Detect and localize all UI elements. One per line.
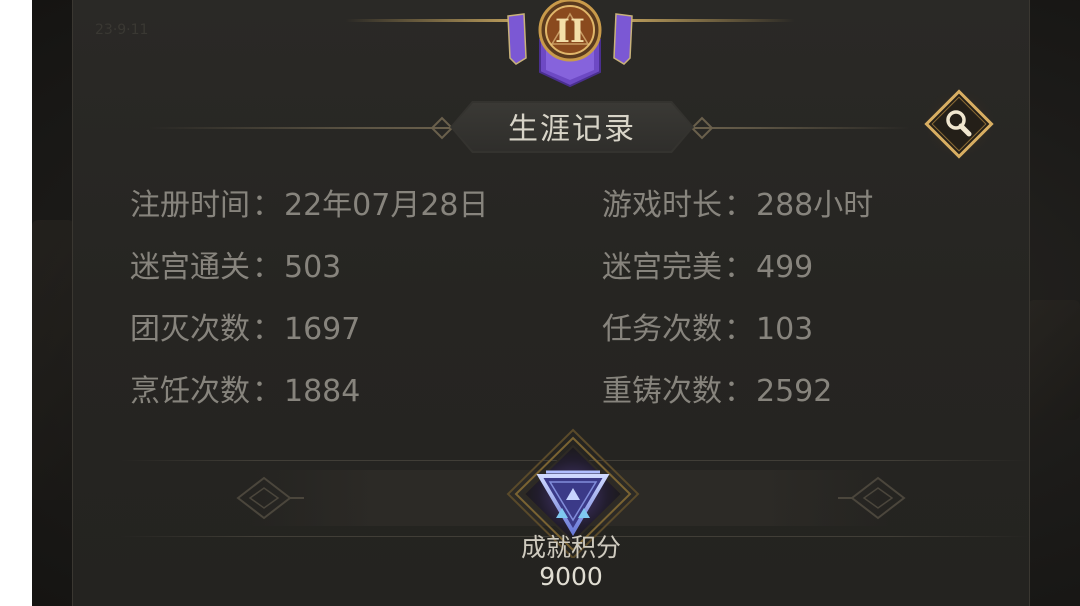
stat-separator: ： — [724, 250, 754, 285]
stat-label: 注册时间 — [130, 188, 250, 223]
header-gold-bar-right — [630, 19, 795, 22]
ornament-left-icon — [236, 476, 304, 520]
stat-separator: ： — [724, 374, 754, 409]
stat-maze-clear: 迷宫通关：503 — [130, 242, 341, 286]
faint-player-text: 23·9·11 — [95, 22, 149, 38]
ornament-right-icon — [838, 476, 906, 520]
stat-value: 288小时 — [756, 188, 874, 223]
achievement-score: 9000 — [539, 562, 603, 591]
rank-numeral: II — [555, 12, 585, 50]
stat-quests: 任务次数：103 — [602, 304, 813, 348]
stat-label: 重铸次数 — [602, 374, 722, 409]
title-line-left — [150, 127, 450, 129]
stat-maze-perfect: 迷宫完美：499 — [602, 242, 813, 286]
background-artwork-right — [1028, 300, 1080, 420]
stat-separator: ： — [252, 250, 282, 285]
stat-label: 迷宫通关 — [130, 250, 250, 285]
stat-cooking: 烹饪次数：1884 — [130, 366, 360, 410]
header-gold-bar-left — [345, 19, 510, 22]
stat-play-time: 游戏时长：288小时 — [602, 180, 873, 224]
stat-separator: ： — [252, 374, 282, 409]
stat-team-wipe: 团灭次数：1697 — [130, 304, 360, 348]
stat-separator: ： — [252, 312, 282, 347]
stat-value: 503 — [284, 250, 342, 285]
stat-label: 任务次数 — [602, 312, 722, 347]
search-button[interactable] — [922, 87, 996, 161]
stat-separator: ： — [724, 312, 754, 347]
stat-value: 103 — [756, 312, 814, 347]
stat-separator: ： — [724, 188, 754, 223]
rank-emblem: II — [507, 0, 633, 88]
stat-label: 烹饪次数 — [130, 374, 250, 409]
stat-label: 游戏时长 — [602, 188, 722, 223]
stat-reforge: 重铸次数：2592 — [602, 366, 832, 410]
stat-value: 2592 — [756, 374, 833, 409]
title-line-right — [694, 127, 909, 129]
stat-value: 22年07月28日 — [284, 188, 489, 223]
stat-label: 迷宫完美 — [602, 250, 722, 285]
stat-value: 1697 — [284, 312, 361, 347]
stat-value: 1884 — [284, 374, 361, 409]
magnifier-icon — [923, 88, 995, 160]
panel-title: 生涯记录 — [508, 112, 636, 147]
stat-value: 499 — [756, 250, 814, 285]
achievement-label: 成就积分 — [520, 533, 621, 562]
stat-separator: ： — [252, 188, 282, 223]
stat-label: 团灭次数 — [130, 312, 250, 347]
stat-register-date: 注册时间：22年07月28日 — [130, 180, 489, 224]
background-artwork-left — [32, 220, 74, 500]
